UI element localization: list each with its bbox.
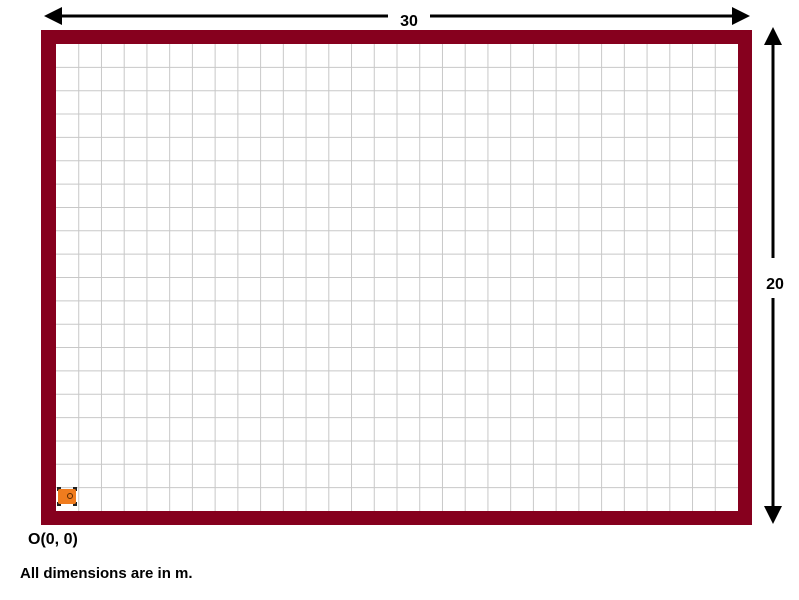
wall-bottom: [41, 511, 752, 525]
width-label: 30: [400, 13, 418, 30]
arena-grid: [56, 44, 738, 511]
height-arrow-bottom-head: [764, 506, 782, 524]
origin-label: O(0, 0): [28, 531, 78, 548]
height-arrow-top-head: [764, 27, 782, 45]
robot-car-icon: [57, 487, 77, 506]
wall-top: [41, 30, 752, 44]
units-note: All dimensions are in m.: [20, 565, 193, 582]
robot-body: [58, 489, 76, 504]
arena-diagram: 30 20: [41, 7, 784, 525]
width-arrow-right-head: [732, 7, 750, 25]
wall-right: [738, 30, 752, 525]
width-arrow-left-head: [44, 7, 62, 25]
height-label: 20: [766, 276, 784, 293]
height-dimension: 20: [764, 27, 784, 524]
wall-left: [41, 30, 56, 525]
width-dimension: 30: [44, 7, 750, 30]
